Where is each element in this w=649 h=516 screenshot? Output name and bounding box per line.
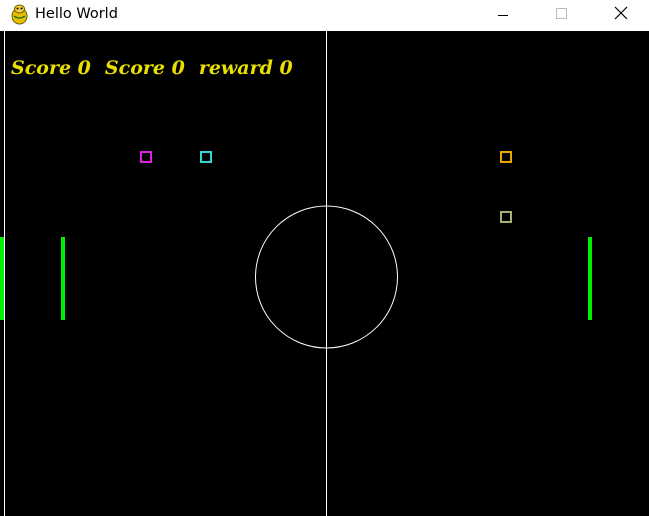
left-paddle (61, 237, 65, 320)
score-left: Score 0 (11, 57, 91, 79)
minimize-icon (498, 15, 508, 16)
reward-text: reward 0 (198, 57, 293, 79)
close-button[interactable] (597, 0, 643, 31)
hud: Score 0 Score 0 reward 0 (11, 57, 307, 79)
maximize-button[interactable] (538, 0, 584, 31)
right-paddle (588, 237, 592, 320)
olive-marker (500, 211, 512, 223)
minimize-button[interactable] (480, 0, 526, 31)
maximize-icon (556, 8, 567, 19)
magenta-marker (140, 151, 152, 163)
pygame-snake-icon (10, 4, 29, 25)
orange-marker (500, 151, 512, 163)
window-title: Hello World (35, 6, 118, 22)
title-bar: Hello World (0, 0, 649, 31)
score-right: Score 0 (104, 57, 185, 79)
cyan-marker (200, 151, 212, 163)
game-canvas[interactable]: Score 0 Score 0 reward 0 (0, 31, 649, 516)
close-icon (614, 6, 628, 20)
left-edge-bar (0, 237, 4, 320)
